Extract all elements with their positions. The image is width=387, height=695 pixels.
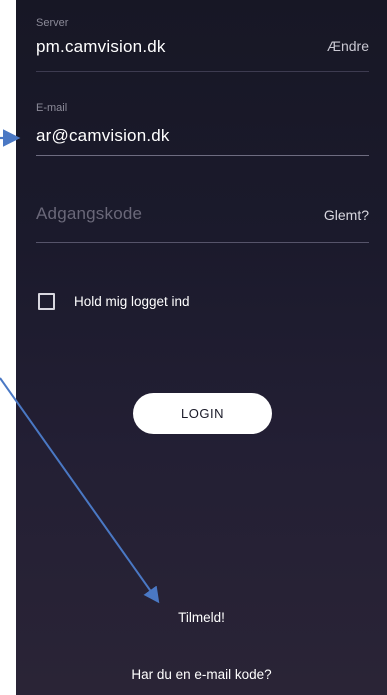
email-label: E-mail (36, 102, 68, 114)
remember-me-checkbox[interactable] (38, 292, 55, 310)
login-screen: Server pm.camvision.dk Ændre E-mail ar@c… (16, 0, 387, 695)
password-placeholder[interactable]: Adgangskode (36, 204, 142, 224)
login-button[interactable]: LOGIN (133, 393, 272, 434)
email-field[interactable]: E-mail ar@camvision.dk (36, 90, 369, 160)
change-server-link[interactable]: Ændre (327, 38, 369, 54)
remember-me-label: Hold mig logget ind (74, 293, 190, 309)
password-field[interactable]: Adgangskode Glemt? (36, 190, 369, 245)
email-value[interactable]: ar@camvision.dk (36, 126, 170, 146)
signup-link[interactable]: Tilmeld! (16, 610, 387, 625)
server-field[interactable]: Server pm.camvision.dk Ændre (36, 0, 369, 72)
password-underline (36, 242, 369, 243)
remember-me-toggle[interactable]: Hold mig logget ind (38, 290, 190, 312)
server-value[interactable]: pm.camvision.dk (36, 37, 166, 57)
email-code-link[interactable]: Har du en e-mail kode? (16, 667, 387, 682)
server-label: Server (36, 17, 69, 29)
email-underline (36, 155, 369, 156)
forgot-password-link[interactable]: Glemt? (324, 207, 369, 223)
server-underline (36, 71, 369, 72)
